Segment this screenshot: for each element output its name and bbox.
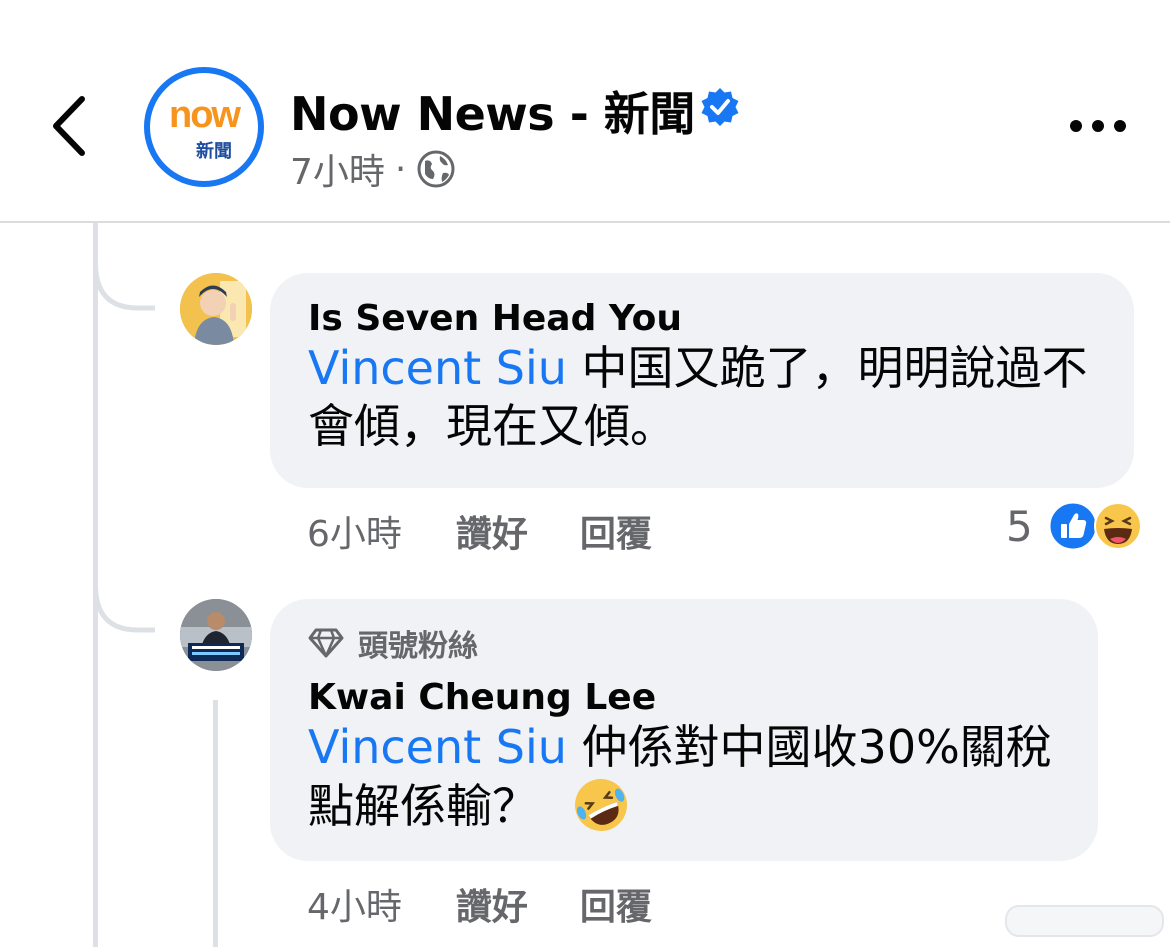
globe-icon	[417, 150, 455, 188]
avatar-image	[180, 599, 252, 671]
comment-text: Vincent Siu 中国又跪了，明明說過不會傾，現在又傾。	[308, 339, 1096, 455]
like-icon	[1047, 500, 1099, 552]
post-time[interactable]: 7小時	[290, 143, 385, 195]
comment-actions: 6小時 讚好 回覆	[307, 505, 704, 557]
page-name[interactable]: Now News - 新聞	[290, 78, 695, 144]
more-icon[interactable]	[1068, 112, 1128, 140]
thread-connector	[93, 263, 155, 311]
now-news-logo: now 新聞	[169, 94, 243, 162]
post-meta: 7小時 ·	[290, 143, 456, 195]
cut-off-comment-text: · · · · ·	[330, 223, 433, 242]
comment-text: Vincent Siu 仲係對中國收30%關稅 點解係輸？	[308, 718, 1060, 835]
watermark-bar	[1005, 905, 1164, 937]
comment-time[interactable]: 6小時	[307, 505, 402, 557]
logo-sub-text: 新聞	[196, 140, 232, 162]
comment-bubble[interactable]: Is Seven Head You Vincent Siu 中国又跪了，明明說過…	[270, 273, 1134, 488]
back-arrow-icon[interactable]	[50, 95, 90, 157]
logo-now-text: now	[169, 94, 241, 136]
haha-icon	[1093, 502, 1142, 550]
comment-actions: 4小時 讚好 回覆	[307, 878, 704, 930]
avatar[interactable]	[180, 599, 252, 671]
avatar[interactable]	[180, 273, 252, 345]
comment-author[interactable]: Kwai Cheung Lee	[308, 677, 1060, 718]
rofl-emoji-icon	[575, 779, 627, 831]
comment-time[interactable]: 4小時	[307, 878, 402, 930]
comment-bubble[interactable]: 頭號粉絲 Kwai Cheung Lee Vincent Siu 仲係對中國收3…	[270, 599, 1098, 861]
post-header: now 新聞 Now News - 新聞 7小時 ·	[0, 0, 1170, 223]
mention-link[interactable]: Vincent Siu	[308, 341, 567, 395]
reaction-summary[interactable]: 5	[1006, 500, 1143, 552]
reply-button[interactable]: 回覆	[580, 878, 652, 930]
reaction-count: 5	[1006, 501, 1033, 551]
verified-badge-icon	[701, 88, 739, 126]
reply-button[interactable]: 回覆	[580, 505, 652, 557]
comment-author[interactable]: Is Seven Head You	[308, 298, 1096, 339]
badge-label: 頭號粉絲	[358, 629, 478, 664]
top-fan-badge: 頭號粉絲	[308, 621, 1060, 665]
reply-thread-line	[213, 700, 218, 947]
avatar-image	[180, 273, 252, 345]
thread-connector	[93, 585, 155, 633]
like-button[interactable]: 讚好	[456, 505, 528, 557]
comment-thread: · · · · · Is Seven Head You Vincent Siu …	[0, 223, 1170, 947]
diamond-icon	[308, 628, 344, 658]
meta-separator: ·	[394, 148, 407, 190]
like-button[interactable]: 讚好	[456, 878, 528, 930]
page-avatar[interactable]: now 新聞	[144, 67, 264, 187]
mention-link[interactable]: Vincent Siu	[308, 720, 567, 774]
